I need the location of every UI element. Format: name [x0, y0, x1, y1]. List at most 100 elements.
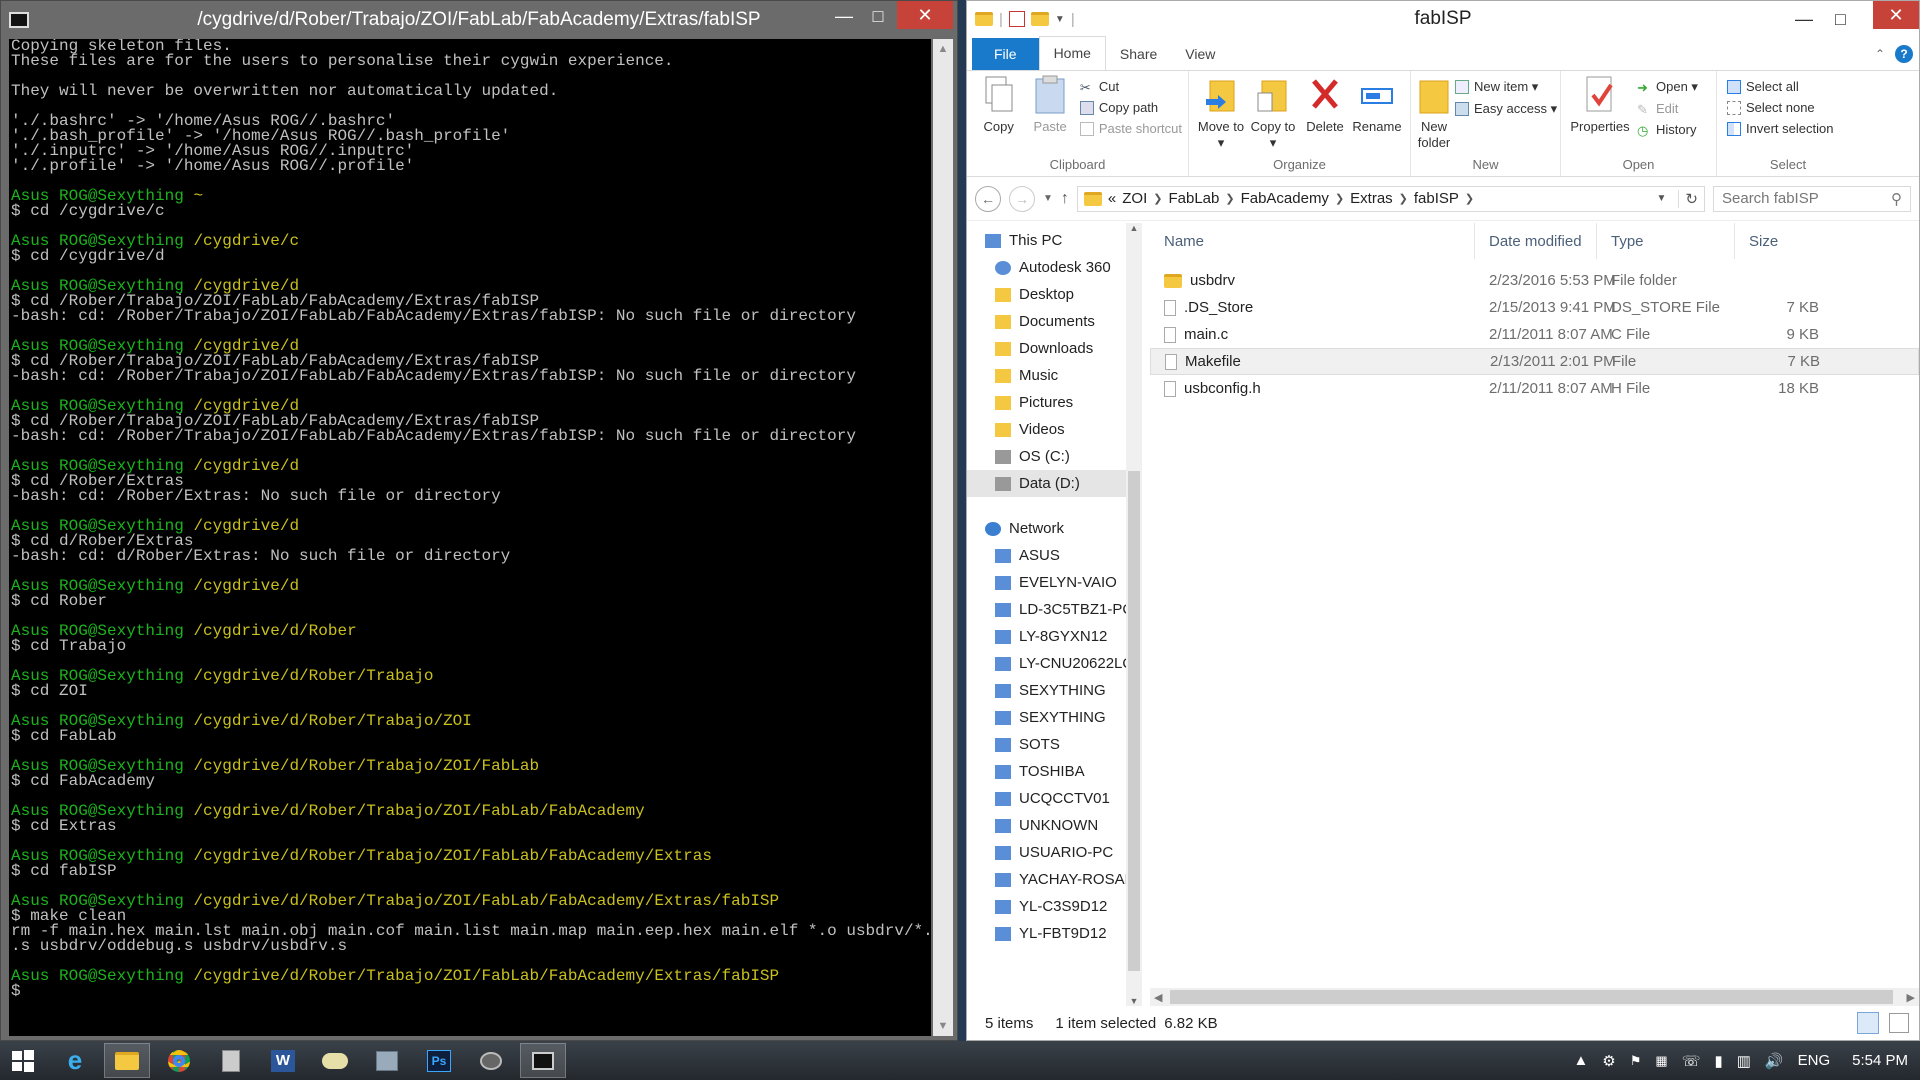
- nav-item[interactable]: LY-CNU20622LQ: [967, 650, 1142, 677]
- battery-icon[interactable]: ▮: [1714, 1052, 1722, 1070]
- close-icon[interactable]: ✕: [897, 1, 953, 29]
- cut-button[interactable]: ✂ Cut: [1080, 79, 1182, 95]
- nav-item[interactable]: ASUS: [967, 542, 1142, 569]
- breadcrumb-zoi[interactable]: ZOI: [1122, 190, 1147, 207]
- chevron-right-icon[interactable]: ❯: [1335, 192, 1344, 205]
- nav-item[interactable]: Autodesk 360: [967, 254, 1142, 281]
- tab-view[interactable]: View: [1171, 38, 1229, 70]
- scroll-up-icon[interactable]: ▲: [1126, 223, 1142, 233]
- volume-icon[interactable]: 🔊: [1765, 1052, 1784, 1070]
- nav-item[interactable]: OS (C:): [967, 443, 1142, 470]
- cloud-drive-button[interactable]: [312, 1043, 358, 1078]
- scroll-up-icon[interactable]: ▲: [933, 39, 953, 59]
- nav-item[interactable]: Data (D:): [967, 470, 1142, 497]
- maximize-icon[interactable]: □: [861, 1, 895, 31]
- scroll-left-icon[interactable]: ◀: [1154, 991, 1162, 1004]
- file-explorer-button[interactable]: [104, 1043, 150, 1078]
- collapse-ribbon-icon[interactable]: ⌃: [1875, 47, 1885, 61]
- photoshop-button[interactable]: Ps: [416, 1043, 462, 1078]
- maximize-icon[interactable]: □: [1835, 9, 1846, 30]
- copy-path-button[interactable]: Copy path: [1079, 100, 1182, 115]
- file-row[interactable]: usbdrv 2/23/2016 5:53 PM File folder: [1150, 267, 1919, 294]
- nav-item[interactable]: YL-FBT9D12: [967, 920, 1142, 947]
- file-row[interactable]: usbconfig.h 2/11/2011 8:07 AM H File 18 KB: [1150, 375, 1919, 402]
- start-button[interactable]: [0, 1043, 46, 1078]
- file-row[interactable]: .DS_Store 2/15/2013 9:41 PM DS_STORE File 7…: [1150, 294, 1919, 321]
- nav-item[interactable]: YACHAY-ROSARI: [967, 866, 1142, 893]
- new-folder-icon[interactable]: [1030, 12, 1049, 26]
- large-icons-view-icon[interactable]: [1889, 1013, 1909, 1033]
- nav-item[interactable]: SOTS: [967, 731, 1142, 758]
- word-button[interactable]: W: [260, 1043, 306, 1078]
- clock[interactable]: 5:54 PM: [1852, 1052, 1908, 1069]
- new-item-button[interactable]: New item ▾: [1455, 79, 1557, 95]
- scroll-right-icon[interactable]: ▶: [1907, 991, 1915, 1004]
- scroll-down-icon[interactable]: ▼: [933, 1016, 953, 1036]
- search-input[interactable]: Search fabISP ⚲: [1713, 185, 1911, 212]
- file-row[interactable]: main.c 2/11/2011 8:07 AM C File 9 KB: [1150, 321, 1919, 348]
- tab-share[interactable]: Share: [1106, 38, 1171, 70]
- nav-item[interactable]: EVELYN-VAIO: [967, 569, 1142, 596]
- file-row[interactable]: Makefile 2/13/2011 2:01 PM File 7 KB: [1150, 348, 1919, 375]
- app-button-2[interactable]: [364, 1043, 410, 1078]
- terminal-output[interactable]: Copying skeleton files. These files are f…: [9, 39, 931, 1036]
- breadcrumb-fablab[interactable]: FabLab: [1168, 190, 1219, 207]
- back-button[interactable]: ←: [975, 185, 1001, 212]
- file-list[interactable]: Name Date modified Type Size usbdrv 2/23/…: [1142, 223, 1919, 1006]
- cygwin-terminal-button[interactable]: [520, 1043, 566, 1078]
- column-size[interactable]: Size: [1735, 223, 1825, 259]
- nav-item[interactable]: Pictures: [967, 389, 1142, 416]
- chevron-right-icon[interactable]: ❯: [1153, 192, 1162, 205]
- nav-item[interactable]: This PC: [967, 227, 1142, 254]
- properties-icon[interactable]: [1008, 11, 1025, 27]
- help-icon[interactable]: ?: [1895, 45, 1913, 63]
- breadcrumb-extras[interactable]: Extras: [1350, 190, 1393, 207]
- edit-button[interactable]: ✎ Edit: [1637, 101, 1698, 117]
- breadcrumb-overflow[interactable]: «: [1108, 190, 1116, 207]
- minimize-icon[interactable]: —: [829, 1, 859, 31]
- navigation-pane[interactable]: This PC Autodesk 360 Desktop Documents Downl…: [967, 223, 1142, 1006]
- minimize-icon[interactable]: —: [1795, 9, 1813, 30]
- breadcrumb-fabisp[interactable]: fabISP: [1414, 190, 1459, 207]
- nav-item[interactable]: Desktop: [967, 281, 1142, 308]
- nav-item[interactable]: LY-8GYXN12: [967, 623, 1142, 650]
- details-view-icon[interactable]: [1857, 1012, 1879, 1034]
- nav-item[interactable]: USUARIO-PC: [967, 839, 1142, 866]
- nav-item[interactable]: Videos: [967, 416, 1142, 443]
- show-hidden-icons[interactable]: ▲: [1573, 1052, 1588, 1069]
- nav-item[interactable]: Downloads: [967, 335, 1142, 362]
- chrome-button[interactable]: [156, 1043, 202, 1078]
- tab-file[interactable]: File: [972, 38, 1039, 70]
- windows-small-icon[interactable]: ▦: [1655, 1053, 1667, 1069]
- paste-shortcut-button[interactable]: Paste shortcut: [1079, 121, 1182, 136]
- up-button[interactable]: ↑: [1061, 190, 1069, 208]
- chevron-right-icon[interactable]: ❯: [1399, 192, 1408, 205]
- select-none-button[interactable]: Select none: [1727, 100, 1833, 115]
- language-indicator[interactable]: ENG: [1798, 1052, 1831, 1069]
- app-button[interactable]: [208, 1043, 254, 1078]
- terminal-window[interactable]: /cygdrive/d/Rober/Trabajo/ZOI/FabLab/Fab…: [0, 0, 958, 1041]
- column-name[interactable]: Name: [1150, 223, 1475, 259]
- column-type[interactable]: Type: [1597, 223, 1735, 259]
- breadcrumb-fabacademy[interactable]: FabAcademy: [1241, 190, 1329, 207]
- phone-icon[interactable]: ☏: [1682, 1052, 1701, 1070]
- nav-item[interactable]: UCQCCTV01: [967, 785, 1142, 812]
- scroll-down-icon[interactable]: ▼: [1126, 996, 1142, 1006]
- network-signal-icon[interactable]: ▥: [1737, 1052, 1751, 1070]
- nav-item[interactable]: Network: [967, 515, 1142, 542]
- chevron-right-icon[interactable]: ❯: [1225, 192, 1234, 205]
- terminal-titlebar[interactable]: /cygdrive/d/Rober/Trabajo/ZOI/FabLab/Fab…: [1, 1, 957, 39]
- tab-home[interactable]: Home: [1038, 36, 1106, 70]
- navigation-scrollbar[interactable]: ▲ ▼: [1126, 223, 1142, 1006]
- explorer-window[interactable]: | ▼ | fabISP — □ ✕ File Home Share View …: [966, 0, 1920, 1041]
- terminal-scrollbar[interactable]: ▲ ▼: [933, 39, 953, 1036]
- easy-access-button[interactable]: Easy access ▾: [1455, 101, 1557, 117]
- column-date-modified[interactable]: Date modified: [1475, 223, 1597, 259]
- address-bar[interactable]: « ZOI ❯ FabLab ❯ FabAcademy ❯ Extras ❯ fabIS…: [1076, 185, 1705, 212]
- explorer-titlebar[interactable]: | ▼ | fabISP — □ ✕: [967, 1, 1919, 37]
- scroll-thumb[interactable]: [1128, 471, 1140, 971]
- nav-item[interactable]: UNKNOWN: [967, 812, 1142, 839]
- nav-item[interactable]: SEXYTHING: [967, 677, 1142, 704]
- nav-item[interactable]: TOSHIBA: [967, 758, 1142, 785]
- forward-button[interactable]: →: [1009, 185, 1035, 212]
